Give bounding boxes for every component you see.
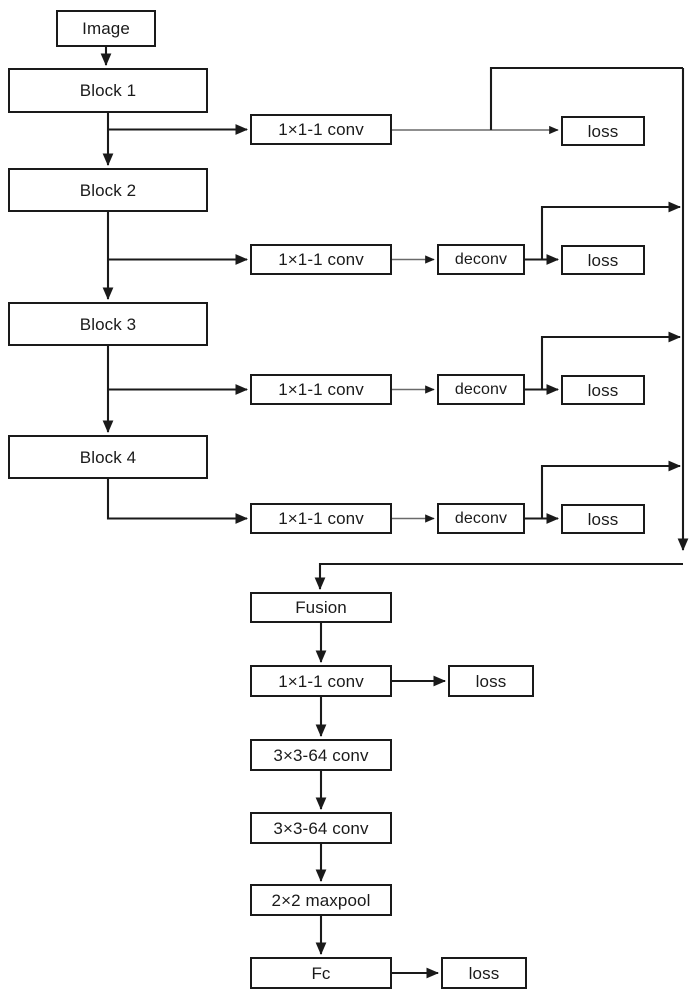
node-fc[interactable]: Fc	[250, 957, 392, 989]
node-conv-branch-2[interactable]: 1×1-1 conv	[250, 244, 392, 275]
node-loss-branch-3[interactable]: loss	[561, 375, 645, 405]
edge-bus-to-fusion	[314, 562, 683, 591]
node-fusion[interactable]: Fusion	[250, 592, 392, 623]
node-loss-fc[interactable]: loss	[441, 957, 527, 989]
node-loss-branch-4[interactable]: loss	[561, 504, 645, 534]
edge-block4-tap-to-conv4	[106, 479, 249, 524]
node-block-1[interactable]: Block 1	[8, 68, 208, 113]
node-conv-fusion[interactable]: 1×1-1 conv	[250, 665, 392, 697]
diagram-edges	[100, 47, 689, 979]
node-loss-fusion[interactable]: loss	[448, 665, 534, 697]
node-image[interactable]: Image	[56, 10, 156, 47]
node-conv-branch-1[interactable]: 1×1-1 conv	[250, 114, 392, 145]
node-block-4[interactable]: Block 4	[8, 435, 208, 479]
node-loss-branch-1[interactable]: loss	[561, 116, 645, 146]
node-maxpool[interactable]: 2×2 maxpool	[250, 884, 392, 916]
node-conv-branch-3[interactable]: 1×1-1 conv	[250, 374, 392, 405]
network-architecture-diagram: Image Block 1 Block 2 Block 3 Block 4 1×…	[0, 0, 695, 1000]
node-conv-64-second[interactable]: 3×3-64 conv	[250, 812, 392, 844]
node-block-2[interactable]: Block 2	[8, 168, 208, 212]
node-conv-branch-4[interactable]: 1×1-1 conv	[250, 503, 392, 534]
node-block-3[interactable]: Block 3	[8, 302, 208, 346]
node-deconv-branch-2[interactable]: deconv	[437, 244, 525, 275]
node-conv-64-first[interactable]: 3×3-64 conv	[250, 739, 392, 771]
node-deconv-branch-4[interactable]: deconv	[437, 503, 525, 534]
node-loss-branch-2[interactable]: loss	[561, 245, 645, 275]
node-deconv-branch-3[interactable]: deconv	[437, 374, 525, 405]
